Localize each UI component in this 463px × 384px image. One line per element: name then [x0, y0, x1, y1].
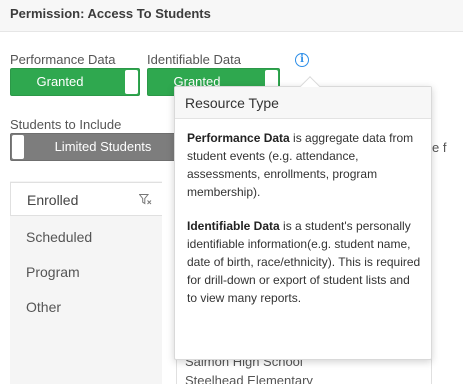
panel-header: Permission: Access To Students [0, 0, 463, 32]
info-icon[interactable]: i [295, 53, 309, 67]
page-title: Permission: Access To Students [10, 6, 211, 21]
performance-data-label: Performance Data [10, 52, 116, 67]
identifiable-data-label: Identifiable Data [147, 52, 241, 67]
clear-filter-icon[interactable] [139, 194, 152, 206]
filter-enrolled-label: Enrolled [27, 192, 79, 208]
partial-background-text: e f [432, 140, 447, 155]
students-to-include-label: Students to Include [10, 117, 122, 132]
resource-type-popover: Resource Type Performance Data is aggreg… [174, 76, 432, 360]
popover-body: Performance Data is aggregate data from … [187, 129, 423, 323]
limited-students-toggle[interactable]: Limited Students [10, 133, 180, 161]
performance-data-description: Performance Data is aggregate data from … [187, 129, 423, 201]
limited-students-value: Limited Students [54, 139, 152, 154]
popover-title: Resource Type [185, 95, 279, 111]
performance-data-term: Performance Data [187, 131, 290, 145]
performance-data-toggle[interactable]: Granted [10, 68, 140, 96]
filter-enrolled-tab[interactable]: Enrolled [10, 182, 162, 216]
filter-item-other[interactable]: Other [26, 299, 61, 315]
filter-item-scheduled[interactable]: Scheduled [26, 229, 92, 245]
performance-data-value: Granted [36, 74, 84, 89]
filter-item-program[interactable]: Program [26, 264, 80, 280]
toggle-knob [125, 70, 138, 94]
identifiable-data-term: Identifiable Data [187, 219, 280, 233]
list-item[interactable]: Steelhead Elementary [185, 373, 313, 384]
identifiable-data-description: Identifiable Data is a student's persona… [187, 217, 423, 307]
popover-header: Resource Type [175, 87, 431, 119]
toggle-knob [12, 135, 24, 159]
